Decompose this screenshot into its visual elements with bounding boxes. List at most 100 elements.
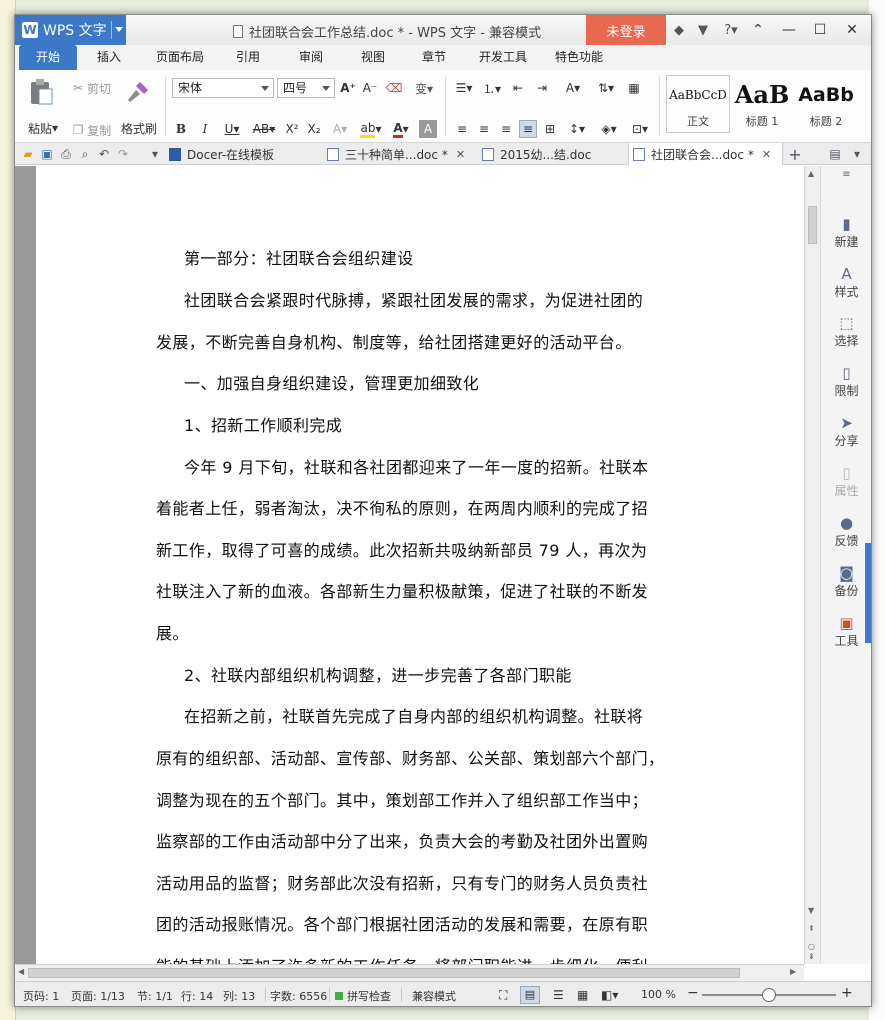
- tab-chapter[interactable]: 章节: [414, 45, 454, 70]
- sort-icon[interactable]: ⇅▾: [593, 79, 619, 97]
- sidebar-collapse-icon[interactable]: ≡: [821, 168, 871, 188]
- cut-button[interactable]: ✂ 剪切: [67, 80, 117, 96]
- font-name-select[interactable]: 宋体: [172, 78, 274, 98]
- collapse-ribbon-icon[interactable]: ⌃: [746, 19, 770, 41]
- tab-review[interactable]: 审阅: [291, 45, 331, 70]
- sidebar-item-styles[interactable]: A 样式: [821, 260, 871, 304]
- browse-object-icon[interactable]: ○: [808, 942, 815, 951]
- status-row[interactable]: 行: 14: [181, 988, 213, 1004]
- login-button[interactable]: 未登录: [586, 15, 666, 45]
- page-view-icon[interactable]: ▤: [520, 986, 540, 1004]
- sidebar-item-share[interactable]: ➤ 分享: [821, 409, 871, 453]
- tab-developer[interactable]: 开发工具: [472, 45, 534, 70]
- status-word-count[interactable]: 字数: 6556: [270, 988, 327, 1004]
- highlight-icon[interactable]: ab ▾: [357, 120, 385, 138]
- status-spellcheck[interactable]: 拼写检查: [347, 988, 391, 1004]
- tab-view[interactable]: 视图: [353, 45, 393, 70]
- tab-list-icon[interactable]: ▤: [827, 146, 843, 162]
- undo-icon[interactable]: ↶: [96, 146, 112, 162]
- pinyin-icon[interactable]: 变▾: [409, 79, 439, 97]
- tab-page-layout[interactable]: 页面布局: [149, 45, 211, 70]
- help-icon[interactable]: ?▾: [718, 21, 744, 39]
- tab-menu-icon[interactable]: ▾: [849, 146, 865, 162]
- sidebar-item-select[interactable]: ⬚ 选择: [821, 309, 871, 353]
- increase-indent-icon[interactable]: ⇥: [533, 79, 551, 97]
- scroll-down-icon[interactable]: ▼: [808, 906, 814, 915]
- close-button[interactable]: ✕: [840, 19, 864, 41]
- format-painter-icon[interactable]: [120, 78, 156, 106]
- status-zoom[interactable]: 100 %: [641, 988, 676, 1001]
- char-shading-icon[interactable]: A: [419, 120, 437, 138]
- distribute-icon[interactable]: ⊞: [541, 120, 559, 138]
- line-spacing-icon[interactable]: ↕▾: [563, 120, 591, 138]
- maximize-button[interactable]: ☐: [808, 19, 832, 41]
- doc-tab-active[interactable]: 社团联合会...doc * ✕: [628, 143, 783, 165]
- zoom-slider-knob[interactable]: [762, 988, 776, 1002]
- align-center-icon[interactable]: ≡: [475, 120, 493, 138]
- new-tab-icon[interactable]: +: [787, 145, 803, 164]
- table-grid-icon[interactable]: ▦: [625, 79, 643, 97]
- sidebar-item-properties[interactable]: ▯ 属性: [821, 459, 871, 503]
- format-painter-label[interactable]: 格式刷: [119, 120, 159, 136]
- paste-icon[interactable]: [25, 76, 57, 108]
- decrease-indent-icon[interactable]: ⇤: [509, 79, 527, 97]
- zoom-out-icon[interactable]: −: [687, 985, 699, 1001]
- scroll-right-icon[interactable]: ▶: [790, 967, 796, 976]
- numbering-icon[interactable]: ⒈▾: [479, 79, 505, 97]
- copy-button[interactable]: ❐ 复制: [67, 122, 117, 138]
- web-view-icon[interactable]: ▦: [577, 988, 588, 1002]
- tab-home[interactable]: 开始: [19, 45, 77, 70]
- zoom-in-icon[interactable]: +: [841, 985, 853, 1001]
- clear-format-icon[interactable]: ⌫: [385, 79, 403, 97]
- status-compat-mode[interactable]: 兼容模式: [412, 988, 456, 1004]
- bullets-icon[interactable]: ☰▾: [451, 79, 477, 97]
- tab-special[interactable]: 特色功能: [548, 45, 610, 70]
- outline-view-icon[interactable]: ☰: [553, 988, 564, 1002]
- doc-tab-3[interactable]: 2015幼...结.doc: [478, 143, 628, 165]
- borders-icon[interactable]: ⊡▾: [627, 120, 653, 138]
- status-pages[interactable]: 页面: 1/13: [71, 988, 125, 1004]
- style-heading-2[interactable]: AaBb 标题 2: [796, 75, 856, 133]
- font-color-icon[interactable]: A ▾: [387, 120, 415, 138]
- open-folder-icon[interactable]: ▰: [20, 146, 36, 162]
- close-tab-icon[interactable]: ✕: [762, 148, 771, 161]
- strikethrough-icon[interactable]: AB▾: [247, 120, 281, 138]
- prev-page-icon[interactable]: ⇞: [808, 924, 815, 933]
- style-heading-1[interactable]: AaB 标题 1: [730, 75, 794, 133]
- underline-icon[interactable]: U▾: [219, 120, 245, 138]
- shrink-font-icon[interactable]: A⁻: [361, 79, 379, 97]
- justify-icon[interactable]: ≡: [519, 120, 537, 138]
- fullscreen-view-icon[interactable]: ⛶: [499, 988, 507, 1003]
- text-direction-icon[interactable]: A▾: [559, 79, 587, 97]
- subscript-icon[interactable]: X₂: [305, 120, 323, 138]
- doc-tab-2[interactable]: 三十种简单...doc * ✕: [323, 143, 473, 165]
- save-icon[interactable]: ▣: [39, 146, 55, 162]
- status-section[interactable]: 节: 1/1: [137, 988, 173, 1004]
- security-icon[interactable]: ◆: [670, 21, 688, 39]
- scroll-left-icon[interactable]: ◀: [18, 967, 24, 976]
- doc-tab-docer[interactable]: Docer-在线模板: [165, 143, 315, 165]
- redo-icon[interactable]: ↷: [115, 146, 131, 162]
- paste-button[interactable]: 粘贴 ▾: [23, 120, 63, 136]
- text-effect-icon[interactable]: A▾: [327, 120, 353, 138]
- scroll-up-icon[interactable]: ▲: [808, 169, 814, 178]
- bold-icon[interactable]: B: [173, 120, 189, 138]
- sidebar-item-new[interactable]: ▮ 新建: [821, 210, 871, 254]
- minimize-button[interactable]: —: [777, 19, 801, 41]
- italic-icon[interactable]: I: [197, 120, 213, 138]
- vertical-scroll-thumb[interactable]: [808, 206, 817, 244]
- zoom-slider[interactable]: [702, 988, 836, 1002]
- horizontal-scroll-thumb[interactable]: [28, 968, 740, 978]
- skin-shirt-icon[interactable]: ▼: [694, 21, 712, 39]
- font-size-select[interactable]: 四号: [277, 78, 335, 98]
- next-page-icon[interactable]: ⇟: [808, 952, 815, 961]
- superscript-icon[interactable]: X²: [283, 120, 301, 138]
- sidebar-item-restrict[interactable]: ▯ 限制: [821, 359, 871, 403]
- app-menu-button[interactable]: W WPS 文字: [15, 15, 126, 45]
- close-tab-icon[interactable]: ✕: [456, 148, 465, 161]
- tab-insert[interactable]: 插入: [89, 45, 129, 70]
- grow-font-icon[interactable]: A⁺: [339, 79, 357, 97]
- align-right-icon[interactable]: ≡: [497, 120, 515, 138]
- reading-view-icon[interactable]: ◧▾: [601, 988, 618, 1002]
- quick-access-menu-icon[interactable]: ▾: [147, 146, 163, 162]
